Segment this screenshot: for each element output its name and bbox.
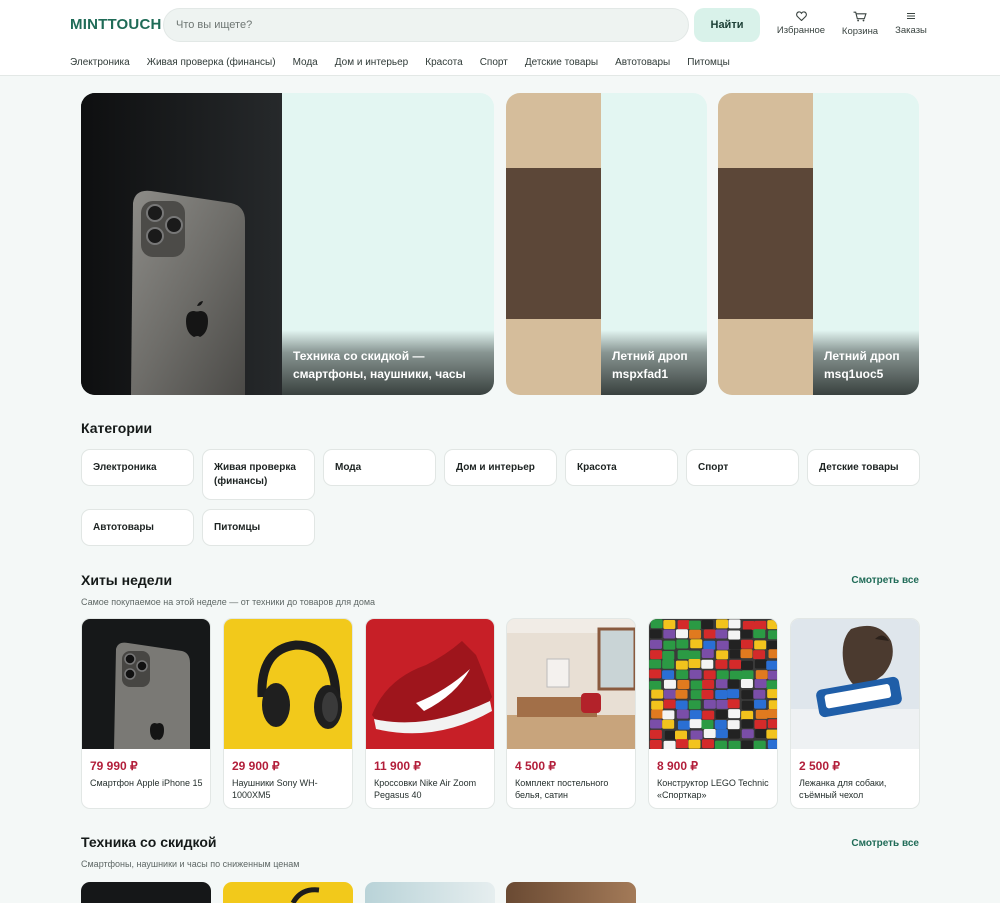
product-name: Кроссовки Nike Air Zoom Pegasus 40: [374, 778, 477, 800]
product-name: Конструктор LEGO Technic «Спорткар»: [657, 778, 769, 800]
top-header: MINTTOUCH Найти Избранное Корзина Заказы…: [0, 0, 1000, 76]
category-live-check[interactable]: Живая проверка (финансы): [202, 449, 315, 500]
product-image: [791, 619, 919, 749]
nav-item-sport[interactable]: Спорт: [480, 57, 508, 68]
nav-item-auto[interactable]: Автотовары: [615, 57, 670, 68]
product-price: 8 900 ₽: [657, 759, 698, 773]
nav-item-fashion[interactable]: Мода: [293, 57, 318, 68]
hits-subtitle: Самое покупаемое на этой неделе — от тех…: [81, 597, 376, 607]
category-auto[interactable]: Автотовары: [81, 509, 194, 546]
product-card[interactable]: [506, 882, 636, 903]
category-fashion[interactable]: Мода: [323, 449, 436, 486]
cart-icon: [853, 11, 867, 22]
nav-item-beauty[interactable]: Красота: [425, 57, 462, 68]
product-price: 2 500 ₽: [799, 759, 840, 773]
nav-item-electronics[interactable]: Электроника: [70, 57, 130, 68]
product-price: 29 900 ₽: [232, 759, 280, 773]
phone-photo: [81, 93, 282, 395]
product-price: 11 900 ₽: [374, 759, 422, 773]
cart-button[interactable]: Корзина: [840, 11, 880, 37]
product-price: 79 990 ₽: [90, 759, 138, 773]
category-electronics[interactable]: Электроника: [81, 449, 194, 486]
nav-item-pets[interactable]: Питомцы: [687, 57, 730, 68]
product-card[interactable]: 4 500 ₽ Комплект постельного белья, сати…: [506, 618, 636, 809]
discount-see-all-link[interactable]: Смотреть все: [851, 838, 919, 849]
banner-pattern: [506, 93, 601, 395]
banner-summer-drop-2[interactable]: Летний дроп msq1uoc5: [718, 93, 919, 395]
product-image: [649, 619, 777, 749]
product-image: [507, 619, 635, 749]
product-price: 4 500 ₽: [515, 759, 556, 773]
product-image: [82, 619, 210, 749]
product-card[interactable]: [81, 882, 211, 903]
product-card[interactable]: 2 500 ₽ Лежанка для собаки, съёмный чехо…: [790, 618, 920, 809]
discount-subtitle: Смартфоны, наушники и часы по сниженным …: [81, 859, 300, 869]
logo[interactable]: MINTTOUCH: [70, 16, 162, 33]
category-kids[interactable]: Детские товары: [807, 449, 920, 486]
menu-icon: [907, 13, 915, 19]
heart-icon: [795, 11, 807, 21]
cart-label: Корзина: [841, 26, 879, 37]
nav-item-live-check[interactable]: Живая проверка (финансы): [147, 57, 276, 68]
product-card[interactable]: [365, 882, 495, 903]
favorites-button[interactable]: Избранное: [776, 11, 826, 36]
banner-summer-drop-1[interactable]: Летний дроп mspxfad1: [506, 93, 707, 395]
category-nav: Электроника Живая проверка (финансы) Мод…: [70, 57, 747, 68]
category-pets[interactable]: Питомцы: [202, 509, 315, 546]
product-card[interactable]: 11 900 ₽ Кроссовки Nike Air Zoom Pegasus…: [365, 618, 495, 809]
category-sport[interactable]: Спорт: [686, 449, 799, 486]
product-card[interactable]: 29 900 ₽ Наушники Sony WH-1000XM5: [223, 618, 353, 809]
hits-title: Хиты недели: [81, 572, 173, 588]
search-input[interactable]: [163, 8, 689, 42]
categories-title: Категории: [81, 420, 153, 436]
product-card[interactable]: 79 990 ₽ Смартфон Apple iPhone 15: [81, 618, 211, 809]
banner-tech-discount[interactable]: Техника со скидкой — смартфоны, наушники…: [81, 93, 494, 395]
search-button[interactable]: Найти: [694, 8, 760, 42]
orders-label: Заказы: [895, 25, 927, 36]
product-image: [224, 619, 352, 749]
category-home[interactable]: Дом и интерьер: [444, 449, 557, 486]
discount-title: Техника со скидкой: [81, 834, 217, 850]
product-name: Комплект постельного белья, сатин: [515, 778, 609, 800]
product-name: Смартфон Apple iPhone 15: [90, 778, 203, 788]
product-card[interactable]: [223, 882, 353, 903]
favorites-label: Избранное: [776, 25, 826, 36]
hits-see-all-link[interactable]: Смотреть все: [851, 575, 919, 586]
product-name: Лежанка для собаки, съёмный чехол: [799, 778, 887, 800]
banner-pattern: [718, 93, 813, 395]
nav-item-home[interactable]: Дом и интерьер: [335, 57, 409, 68]
product-card[interactable]: 8 900 ₽ Конструктор LEGO Technic «Спортк…: [648, 618, 778, 809]
category-beauty[interactable]: Красота: [565, 449, 678, 486]
product-image: [366, 619, 494, 749]
banner-caption: Летний дроп mspxfad1: [612, 349, 688, 381]
banner-caption: Летний дроп msq1uoc5: [824, 349, 900, 381]
nav-item-kids[interactable]: Детские товары: [525, 57, 598, 68]
product-name: Наушники Sony WH-1000XM5: [232, 778, 318, 800]
banner-caption: Техника со скидкой — смартфоны, наушники…: [293, 349, 466, 381]
orders-button[interactable]: Заказы: [894, 11, 928, 36]
